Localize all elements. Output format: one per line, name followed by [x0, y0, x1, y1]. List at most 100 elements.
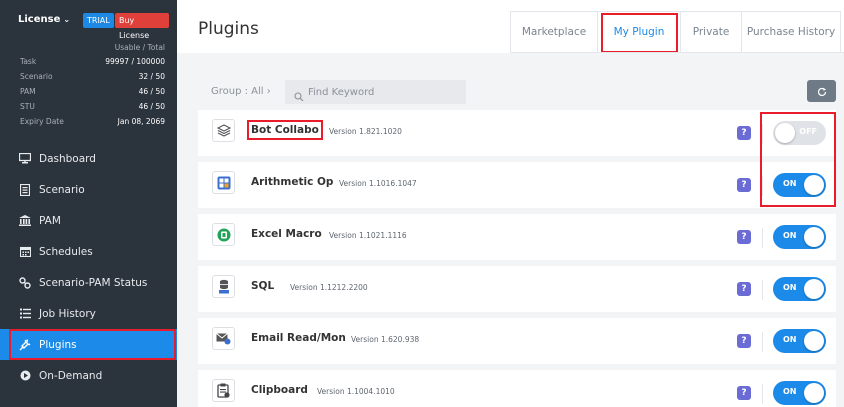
plugin-name[interactable]: Excel Macro: [251, 228, 322, 240]
excel-icon: [212, 223, 235, 246]
row-divider: [762, 332, 763, 352]
sidebar: License ⌄ TRIAL Buy License Usable / Tota…: [0, 0, 177, 407]
plugin-version: Version 1.1016.1047: [339, 179, 417, 188]
help-icon[interactable]: ?: [737, 230, 751, 244]
plugin-toggle[interactable]: ON: [773, 173, 826, 197]
monitor-icon: [19, 153, 31, 165]
page-title: Plugins: [198, 19, 259, 39]
tab-my-plugin[interactable]: My Plugin: [597, 11, 681, 53]
tab-marketplace[interactable]: Marketplace: [510, 11, 598, 52]
plugin-row-email-read-mon: Email Read/Mon Version 1.620.938 ? ON: [198, 318, 836, 364]
plugin-name[interactable]: Email Read/Mon: [251, 332, 346, 344]
help-icon[interactable]: ?: [737, 334, 751, 348]
help-icon[interactable]: ?: [737, 178, 751, 192]
search-box[interactable]: [285, 80, 466, 104]
toggle-knob: [804, 175, 824, 195]
history-icon: [19, 308, 31, 320]
sidebar-item-scenario[interactable]: Scenario: [0, 174, 177, 205]
sidebar-item-label: Scenario: [39, 183, 85, 196]
sidebar-item-dashboard[interactable]: Dashboard: [0, 143, 177, 174]
sidebar-item-label: Job History: [39, 307, 96, 320]
license-dropdown[interactable]: License ⌄: [18, 14, 70, 25]
plugin-row-excel-macro: Excel Macro Version 1.1021.1116 ? ON: [198, 214, 836, 260]
plugin-name[interactable]: Bot Collabo: [247, 120, 323, 140]
sidebar-item-label: Schedules: [39, 245, 93, 258]
database-icon: [212, 275, 235, 298]
chevron-down-icon: ⌄: [63, 15, 71, 24]
link-icon: [19, 276, 31, 289]
sidebar-item-job-history[interactable]: Job History: [0, 298, 177, 329]
toggle-label: ON: [783, 179, 797, 188]
layers-icon: [212, 119, 235, 142]
toggle-label: ON: [783, 387, 797, 396]
sidebar-item-scenario-pam-status[interactable]: Scenario-PAM Status: [0, 267, 177, 298]
sidebar-item-pam[interactable]: PAM: [0, 205, 177, 236]
plugin-name[interactable]: Arithmetic Op: [251, 176, 333, 188]
usage-header: Usable / Total: [114, 43, 165, 52]
sidebar-item-schedules[interactable]: Schedules: [0, 236, 177, 267]
sidebar-item-plugins[interactable]: Plugins: [0, 329, 177, 360]
plugin-toggle[interactable]: ON: [773, 277, 826, 301]
sidebar-item-label: Plugins: [39, 338, 77, 351]
tab-bar: Marketplace My Plugin Private Purchase H…: [510, 11, 841, 53]
search-icon: [294, 87, 304, 106]
plugin-toggle[interactable]: OFF: [773, 121, 826, 145]
group-filter[interactable]: Group : All ›: [211, 86, 271, 97]
toggle-label: ON: [783, 283, 797, 292]
plugin-name[interactable]: SQL: [251, 280, 274, 292]
play-circle-icon: [19, 370, 31, 382]
plugin-version: Version 1.1004.1010: [317, 387, 395, 396]
tab-private[interactable]: Private: [680, 11, 742, 52]
sidebar-nav: Dashboard Scenario PAM Schedules Scenari…: [0, 143, 177, 391]
row-divider: [762, 124, 763, 144]
plugin-version: Version 1.1021.1116: [329, 231, 407, 240]
toggle-label: ON: [783, 231, 797, 240]
usage-row-task: Task 99997 / 100000: [20, 57, 165, 66]
toggle-label: ON: [783, 335, 797, 344]
group-filter-label: Group : All: [211, 86, 264, 97]
refresh-button[interactable]: [807, 80, 836, 102]
list-icon: [19, 183, 31, 196]
plugin-name[interactable]: Clipboard: [251, 384, 308, 396]
plugin-row-clipboard: Clipboard Version 1.1004.1010 ? ON: [198, 370, 836, 407]
sidebar-item-label: On-Demand: [39, 369, 103, 382]
sidebar-item-label: Scenario-PAM Status: [39, 276, 148, 289]
search-input[interactable]: [308, 84, 458, 100]
plug-icon: [19, 338, 31, 351]
toggle-knob: [804, 383, 824, 403]
plugin-toggle[interactable]: ON: [773, 329, 826, 353]
help-icon[interactable]: ?: [737, 126, 751, 140]
toggle-label: OFF: [799, 127, 817, 136]
help-icon[interactable]: ?: [737, 282, 751, 296]
chevron-right-icon: ›: [266, 86, 271, 97]
sidebar-item-label: PAM: [39, 214, 61, 227]
row-divider: [762, 280, 763, 300]
plugin-toggle[interactable]: ON: [773, 225, 826, 249]
buy-license-button[interactable]: Buy License: [115, 13, 169, 40]
row-divider: [762, 384, 763, 404]
toggle-knob: [804, 331, 824, 351]
trial-badge: TRIAL: [83, 13, 114, 28]
license-header: License ⌄ TRIAL Buy License: [8, 10, 169, 40]
sidebar-item-label: Dashboard: [39, 152, 96, 165]
plugin-version: Version 1.1212.2200: [290, 283, 368, 292]
plugin-row-bot-collabo: Bot Collabo Version 1.821.1020 ? OFF: [198, 110, 836, 156]
license-label: License: [18, 14, 61, 25]
email-icon: [212, 327, 235, 350]
plugin-list: Bot Collabo Version 1.821.1020 ? OFF Ari…: [198, 110, 836, 407]
usage-list: Task 99997 / 100000 Scenario 32 / 50 PAM 46…: [20, 57, 165, 132]
calendar-icon: [19, 246, 31, 258]
plugin-version: Version 1.620.938: [351, 335, 420, 344]
refresh-icon: [817, 82, 827, 101]
tab-purchase-history[interactable]: Purchase History: [741, 11, 841, 52]
help-icon[interactable]: ?: [737, 386, 751, 400]
clipboard-icon: [212, 379, 235, 402]
sidebar-item-on-demand[interactable]: On-Demand: [0, 360, 177, 391]
plugin-row-sql: SQL Version 1.1212.2200 ? ON: [198, 266, 836, 312]
toggle-knob: [804, 227, 824, 247]
row-divider: [762, 228, 763, 248]
calculator-icon: [212, 171, 235, 194]
tabs-divider: [510, 52, 844, 53]
usage-row-expiry: Expiry Date Jan 08, 2069: [20, 117, 165, 126]
plugin-toggle[interactable]: ON: [773, 381, 826, 405]
